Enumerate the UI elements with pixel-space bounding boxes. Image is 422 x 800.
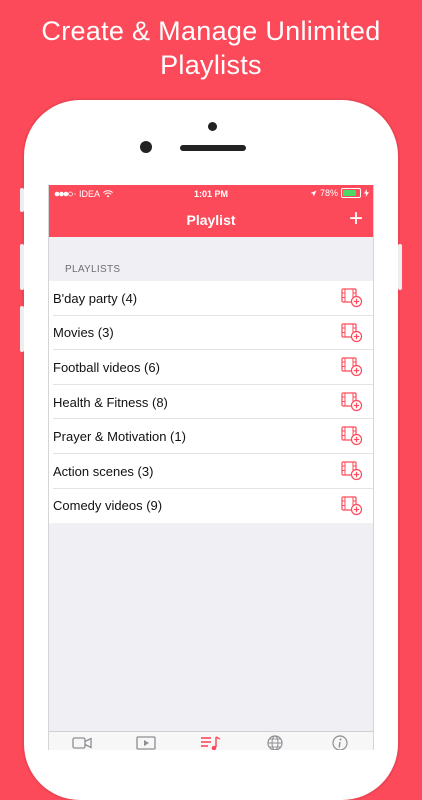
play-video-icon[interactable] <box>135 735 157 750</box>
playlist-list: B'day party (4) Movies (3) Football vide… <box>49 281 373 524</box>
battery-icon <box>341 188 361 198</box>
playlist-row[interactable]: Comedy videos (9) <box>49 489 373 524</box>
location-arrow-icon <box>310 190 317 196</box>
playlist-label: Movies (3) <box>53 325 114 341</box>
video-camera-icon[interactable] <box>71 735 93 750</box>
plus-icon: + <box>348 205 363 232</box>
phone-sensor <box>208 122 217 131</box>
add-video-to-playlist-icon[interactable] <box>341 288 363 308</box>
section-header: PLAYLISTS <box>65 264 121 275</box>
phone-volume-down <box>20 306 24 352</box>
add-video-to-playlist-icon[interactable] <box>341 495 363 516</box>
add-video-to-playlist-icon[interactable] <box>341 461 363 481</box>
playlist-row[interactable]: Action scenes (3) <box>49 454 373 489</box>
add-video-to-playlist-icon[interactable] <box>341 357 363 377</box>
playlist-label: Action scenes (3) <box>53 463 154 479</box>
app-screen: IDEA 1:01 PM 78% Playlist + PLAYLISTS B' <box>48 185 374 750</box>
playlist-row[interactable]: Health & Fitness (8) <box>49 385 373 420</box>
playlist-row[interactable]: Movies (3) <box>49 316 373 351</box>
battery-percent: 78% <box>319 188 338 198</box>
phone-camera <box>140 141 152 153</box>
add-playlist-button[interactable]: + <box>349 207 363 231</box>
add-video-to-playlist-icon[interactable] <box>341 322 363 343</box>
add-video-to-playlist-icon[interactable] <box>341 426 363 446</box>
phone-power-button <box>398 244 402 290</box>
playlist-row[interactable]: Football videos (6) <box>49 350 373 385</box>
charging-bolt-icon <box>364 189 369 197</box>
globe-icon[interactable] <box>264 735 286 750</box>
status-bar-right: 78% <box>310 188 369 198</box>
phone-mute-switch <box>20 188 24 212</box>
playlist-label: Prayer & Motivation (1) <box>53 429 186 445</box>
playlist-label: Football videos (6) <box>53 359 160 375</box>
playlist-label: B'day party (4) <box>53 290 138 306</box>
info-icon[interactable] <box>329 735 351 750</box>
add-video-to-playlist-icon[interactable] <box>341 392 363 412</box>
promo-headline: Create & Manage Unlimited Playlists <box>0 14 422 82</box>
battery-fill <box>343 190 356 196</box>
tab-bar <box>49 731 373 750</box>
promo-headline-line2: Playlists <box>160 50 262 80</box>
playlist-row[interactable]: Prayer & Motivation (1) <box>49 419 373 454</box>
phone-volume-up <box>20 244 24 290</box>
phone-speaker <box>180 145 246 151</box>
playlist-music-icon[interactable] <box>199 735 221 750</box>
status-bar: IDEA 1:01 PM 78% <box>49 185 373 203</box>
page-title: Playlist <box>186 212 236 228</box>
promo-headline-line1: Create & Manage Unlimited <box>41 16 381 46</box>
nav-bar: Playlist + <box>49 203 373 237</box>
playlist-label: Comedy videos (9) <box>53 498 163 514</box>
playlist-label: Health & Fitness (8) <box>53 394 168 410</box>
playlist-row[interactable]: B'day party (4) <box>49 281 373 316</box>
